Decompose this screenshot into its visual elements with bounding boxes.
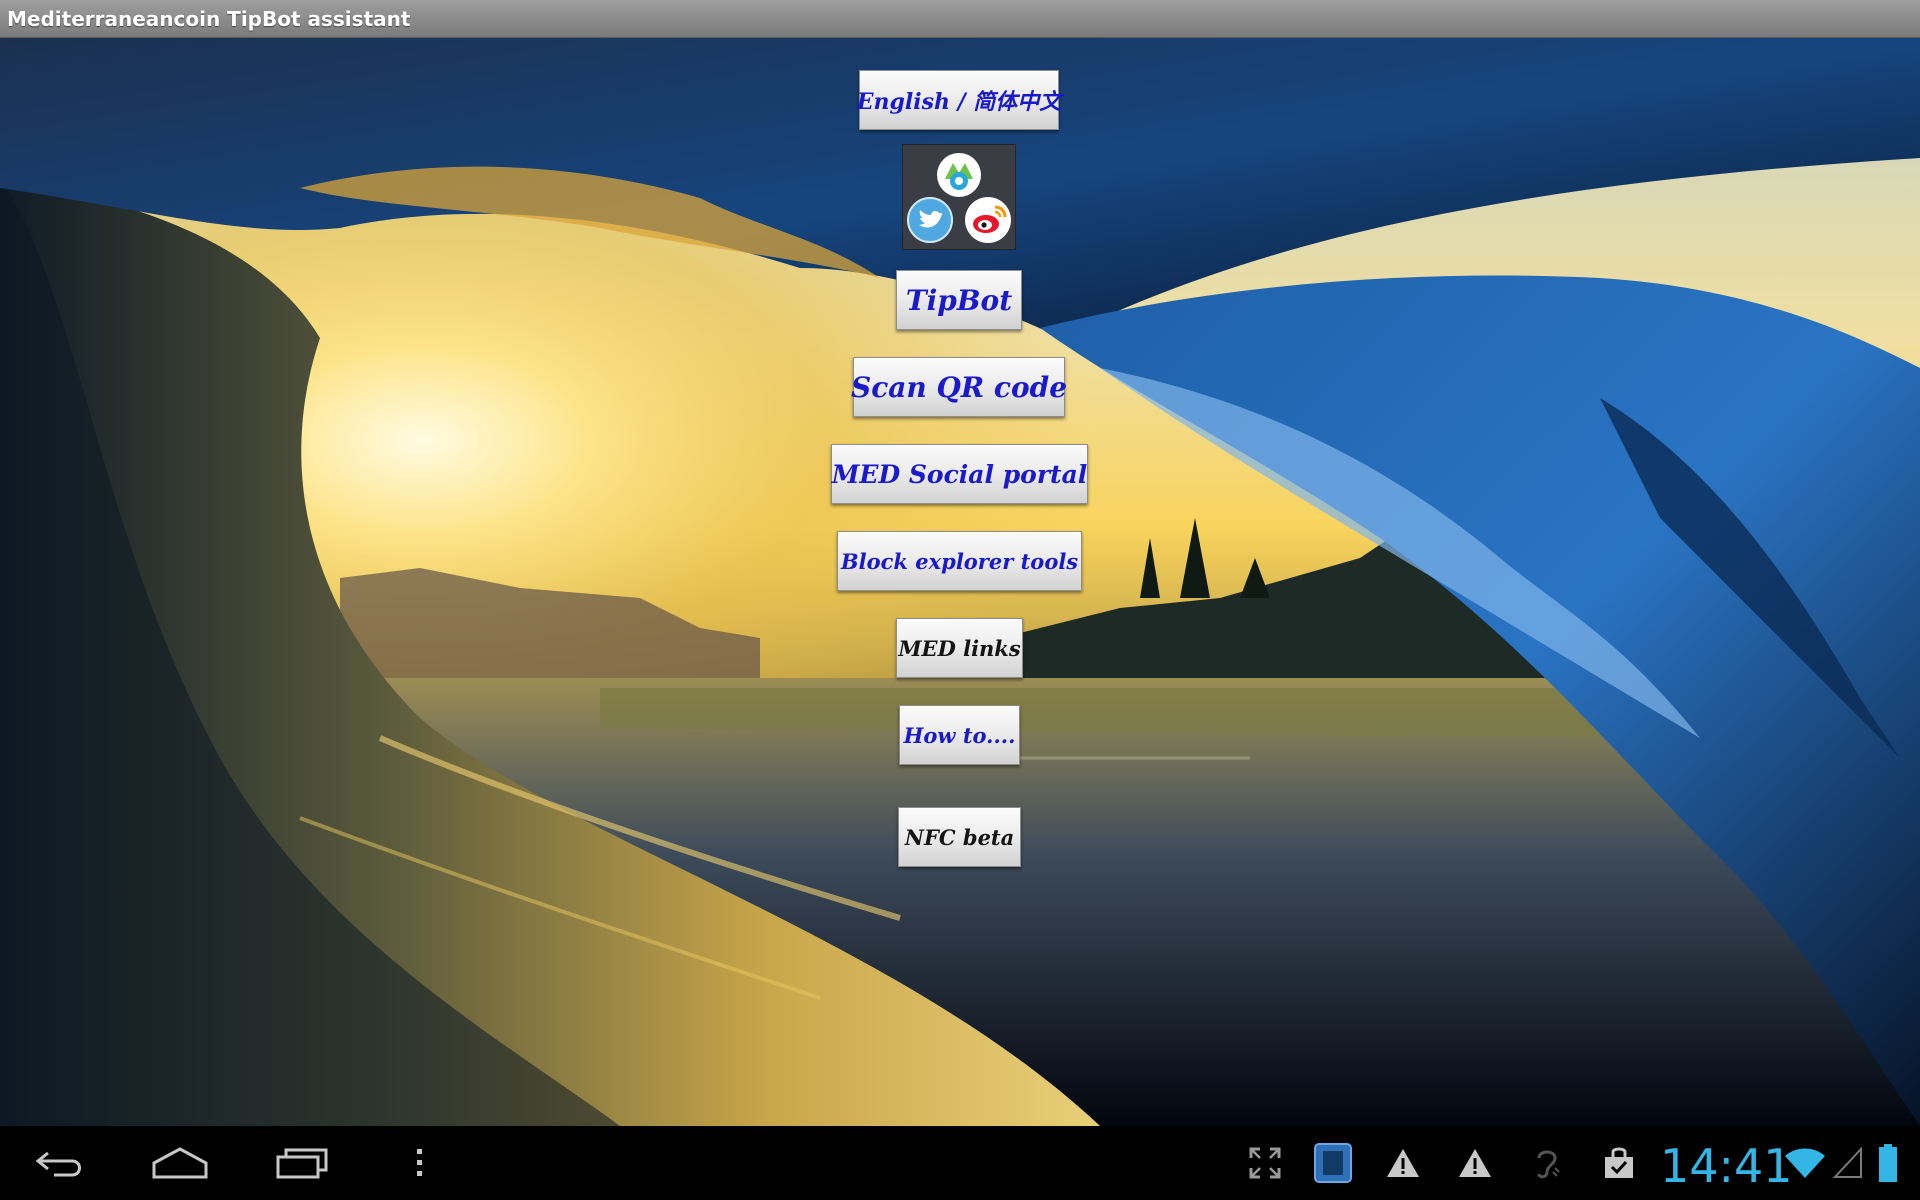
block-explorer-button[interactable]: Block explorer tools (837, 531, 1082, 591)
hearing-icon (1522, 1126, 1572, 1200)
how-to-button[interactable]: How to.... (899, 705, 1020, 765)
nfc-beta-button-label: NFC beta (904, 824, 1015, 850)
signal-icon (1830, 1126, 1866, 1200)
language-button-label: English / 简体中文 (856, 89, 1062, 115)
tipbot-button-label: TipBot (905, 283, 1013, 317)
how-to-button-label: How to.... (903, 722, 1016, 748)
nfc-beta-button[interactable]: NFC beta (898, 807, 1021, 867)
social-icons-panel (902, 144, 1016, 250)
block-explorer-button-label: Block explorer tools (840, 548, 1079, 574)
title-bar: Mediterraneancoin TipBot assistant (0, 0, 1920, 38)
mediterraneancoin-icon[interactable] (937, 153, 981, 197)
scan-qr-button-label: Scan QR code (850, 370, 1068, 404)
warning-icon (1450, 1126, 1500, 1200)
social-portal-button[interactable]: MED Social portal (831, 444, 1088, 504)
weibo-icon[interactable] (965, 197, 1011, 243)
tipbot-button[interactable]: TipBot (896, 270, 1022, 330)
system-navigation-bar (0, 1126, 1920, 1200)
med-links-button-label: MED links (898, 635, 1021, 661)
shopping-bag-icon (1594, 1126, 1644, 1200)
recent-apps-icon[interactable] (262, 1126, 342, 1200)
app-notification-icon[interactable] (1308, 1126, 1358, 1200)
scan-qr-button[interactable]: Scan QR code (850, 357, 1068, 417)
med-links-button[interactable]: MED links (896, 618, 1023, 678)
home-icon[interactable] (140, 1126, 220, 1200)
screen: Mediterraneancoin TipBot assistant Engli… (0, 0, 1920, 1200)
fullscreen-icon[interactable] (1240, 1126, 1290, 1200)
language-button[interactable]: English / 简体中文 (856, 70, 1062, 130)
battery-icon (1870, 1126, 1906, 1200)
window-title: Mediterraneancoin TipBot assistant (7, 7, 411, 31)
social-portal-button-label: MED Social portal (831, 459, 1088, 489)
warning-icon (1378, 1126, 1428, 1200)
back-icon[interactable] (20, 1126, 100, 1200)
overflow-menu-icon[interactable] (400, 1126, 440, 1200)
status-clock: 14:41 (1660, 1139, 1793, 1193)
twitter-icon[interactable] (907, 197, 953, 243)
